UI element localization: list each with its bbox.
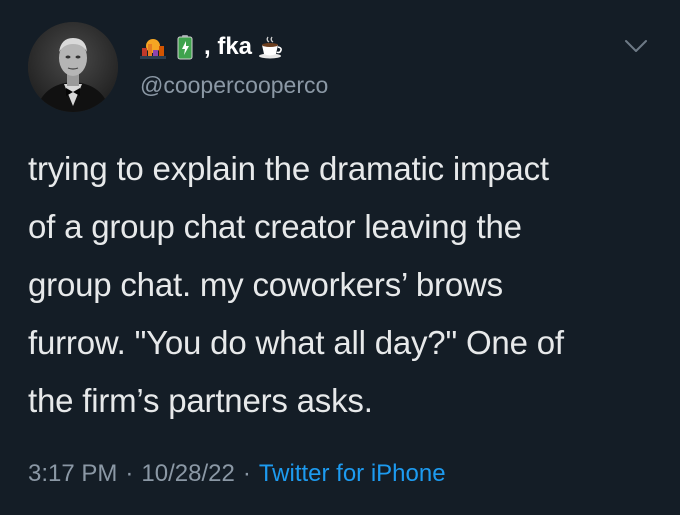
battery-icon xyxy=(172,34,198,60)
avatar-photo xyxy=(28,22,118,112)
tweet-text: trying to explain the dramatic impact of… xyxy=(28,150,564,419)
sunset-city-icon xyxy=(140,34,166,60)
user-name-row[interactable]: , fka xyxy=(140,30,290,64)
user-handle[interactable]: @coopercooperco xyxy=(140,72,328,99)
meta-separator: · xyxy=(242,460,251,487)
display-name: , fka xyxy=(204,33,253,60)
source-link[interactable]: Twitter for iPhone xyxy=(259,460,446,488)
tweet-time[interactable]: 3:17 PM xyxy=(28,460,117,488)
coffee-icon xyxy=(258,34,284,60)
avatar[interactable] xyxy=(28,22,118,112)
tweet-meta: 3:17 PM · 10/28/22 · Twitter for iPhone xyxy=(28,460,446,488)
tweet-date[interactable]: 10/28/22 xyxy=(141,460,234,488)
tweet-card: , fka @coopercooperco trying to explain … xyxy=(0,0,680,515)
meta-separator: · xyxy=(125,460,134,487)
chevron-down-icon[interactable] xyxy=(622,36,650,56)
